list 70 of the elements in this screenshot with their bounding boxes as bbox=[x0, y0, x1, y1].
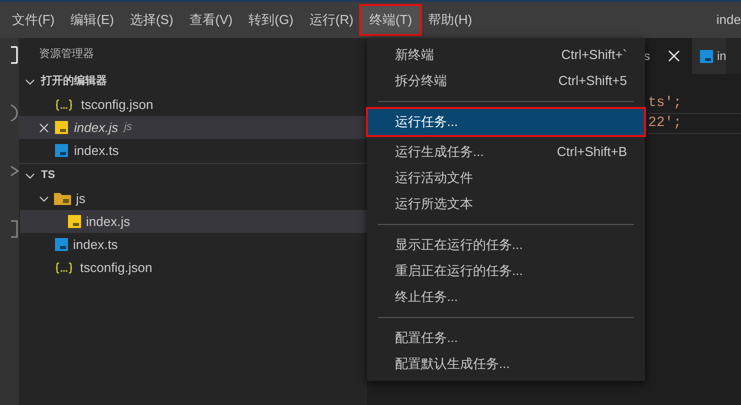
menu-item[interactable]: 运行(R) bbox=[301, 6, 362, 34]
option-label: 运行活动文件 bbox=[395, 169, 473, 188]
menu-option[interactable]: 运行生成任务... Ctrl+Shift+B bbox=[368, 139, 644, 165]
open-editor-item[interactable]: index.js js bbox=[19, 116, 367, 139]
option-label: 配置任务... bbox=[395, 329, 458, 348]
menu-item[interactable]: 转到(G) bbox=[240, 6, 302, 34]
braces-icon bbox=[55, 262, 75, 274]
option-label: 运行所选文本 bbox=[395, 195, 473, 214]
files-icon[interactable] bbox=[11, 46, 19, 64]
option-label: 运行生成任务... bbox=[395, 143, 484, 162]
menu-option[interactable]: 运行所选文本 bbox=[368, 191, 644, 217]
menu-option[interactable]: 显示正在运行的任务... bbox=[368, 232, 644, 258]
close-icon[interactable] bbox=[39, 122, 49, 132]
section-title: 打开的编辑器 bbox=[41, 74, 107, 90]
chevron-icon[interactable] bbox=[25, 170, 35, 180]
ts-file-icon bbox=[55, 238, 68, 251]
option-label: 终止任务... bbox=[395, 288, 458, 306]
shortcut-label: Ctrl+Shift+B bbox=[556, 143, 627, 162]
shortcut-label: Ctrl+Shift+5 bbox=[558, 72, 627, 90]
file-name: js bbox=[76, 190, 86, 208]
ts-file-icon bbox=[55, 144, 68, 157]
section-header[interactable]: 打开的编辑器 bbox=[19, 70, 367, 93]
menu-item[interactable]: 帮助(H) bbox=[420, 6, 480, 34]
menu-item[interactable]: 编辑(E) bbox=[62, 6, 122, 34]
folder-icon bbox=[54, 192, 71, 205]
menu-option[interactable]: 配置任务... bbox=[368, 325, 644, 351]
option-label: 运行任务... bbox=[395, 113, 458, 132]
option-label: 拆分终端 bbox=[395, 72, 447, 90]
file-name: index.js bbox=[86, 212, 130, 231]
close-icon[interactable] bbox=[668, 50, 680, 62]
js-file-icon bbox=[55, 121, 68, 134]
code-line: 22'; bbox=[648, 114, 682, 133]
file-name: index.js bbox=[74, 118, 118, 137]
js-file-icon bbox=[68, 215, 81, 228]
tree-item[interactable]: js bbox=[19, 187, 367, 210]
option-label: 配置默认生成任务... bbox=[395, 355, 510, 374]
file-name: index.ts bbox=[74, 142, 119, 160]
option-label: 显示正在运行的任务... bbox=[395, 236, 523, 254]
folder-hint: js bbox=[124, 120, 132, 136]
open-editor-item[interactable]: index.ts bbox=[19, 139, 367, 162]
section-title: TS bbox=[41, 168, 56, 184]
tab-label: in bbox=[717, 48, 726, 65]
file-name: tsconfig.json bbox=[80, 258, 152, 277]
shortcut-label: Ctrl+Shift+` bbox=[561, 46, 627, 64]
chevron-icon[interactable] bbox=[39, 194, 49, 204]
file-name: tsconfig.json bbox=[81, 96, 154, 114]
tree-item[interactable]: index.ts bbox=[19, 233, 367, 256]
option-label: 重启正在运行的任务... bbox=[395, 262, 523, 280]
open-editor-item[interactable]: tsconfig.json bbox=[19, 93, 367, 116]
tree-item[interactable]: tsconfig.json bbox=[19, 256, 367, 279]
menu-option[interactable]: 配置默认生成任务... bbox=[368, 351, 644, 377]
window-title: inde bbox=[716, 11, 741, 30]
menu-item[interactable]: 文件(F) bbox=[4, 6, 63, 34]
option-label: 新终端 bbox=[395, 46, 434, 64]
file-name: index.ts bbox=[73, 236, 118, 254]
braces-icon bbox=[55, 98, 75, 110]
chevron-icon[interactable] bbox=[25, 76, 35, 86]
editor-tab[interactable]: in bbox=[692, 38, 726, 74]
menu-option[interactable]: 重启正在运行的任务... bbox=[368, 258, 644, 284]
code-line: ts'; bbox=[648, 94, 682, 113]
ts-file-icon bbox=[700, 50, 713, 62]
section-header[interactable]: TS bbox=[19, 164, 367, 187]
menu-option[interactable]: 运行任务... bbox=[368, 109, 644, 135]
menu-item[interactable]: 查看(V) bbox=[181, 6, 241, 34]
menu-option[interactable]: 运行活动文件 bbox=[368, 165, 644, 191]
menu-item[interactable]: 选择(S) bbox=[122, 6, 182, 34]
menu-item[interactable]: 终端(T) bbox=[361, 6, 420, 34]
tree-item[interactable]: index.js bbox=[20, 210, 367, 233]
sidebar-title: 资源管理器 bbox=[39, 46, 94, 62]
menu-option[interactable]: 终止任务... bbox=[368, 284, 644, 310]
